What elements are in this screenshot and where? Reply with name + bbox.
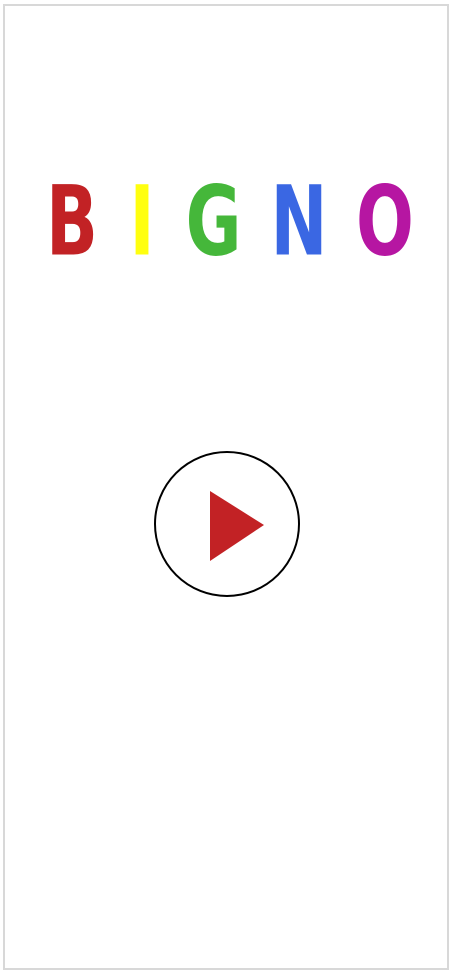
game-title-logo: B I G N O — [0, 165, 454, 278]
title-letter-n: N — [270, 165, 328, 278]
title-letter-i: I — [129, 165, 155, 278]
title-letter-o: O — [356, 165, 414, 278]
play-button[interactable] — [154, 451, 300, 597]
title-letter-b: B — [46, 165, 98, 278]
play-icon — [210, 491, 264, 561]
play-triangle — [210, 491, 264, 561]
title-letter-g: G — [185, 165, 242, 278]
